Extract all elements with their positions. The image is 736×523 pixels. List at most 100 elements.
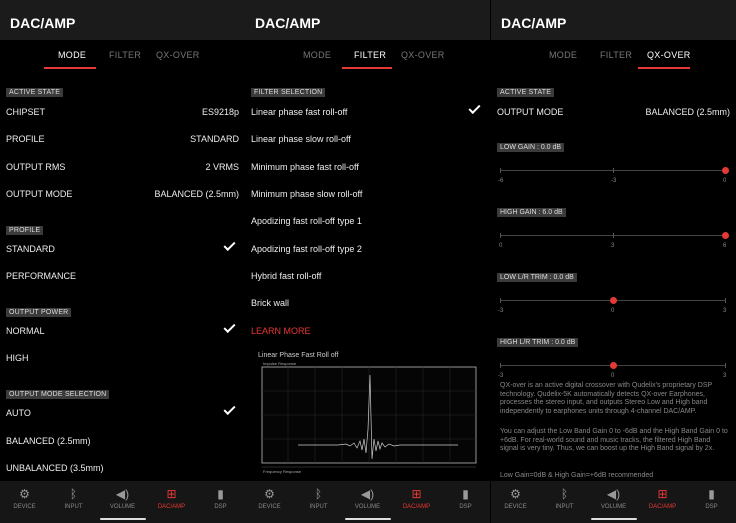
- chart-title: Linear Phase Fast Roll off: [258, 352, 339, 359]
- bars-icon: ▮: [462, 487, 469, 501]
- nav-device[interactable]: ⚙ DEVICE: [491, 487, 540, 510]
- output-mode-value: BALANCED (2.5mm): [645, 107, 730, 117]
- tab-mode[interactable]: MODE: [549, 50, 577, 60]
- high-trim-thumb[interactable]: [609, 362, 617, 369]
- tab-qx-over[interactable]: QX-OVER: [401, 50, 445, 60]
- nav-dsp[interactable]: ▮ DSP: [687, 487, 736, 510]
- high-trim-tick-max: 3: [723, 373, 727, 379]
- tab-underline: [342, 67, 392, 69]
- tab-filter[interactable]: FILTER: [600, 50, 632, 60]
- nav-device[interactable]: ⚙ DEVICE: [0, 487, 49, 510]
- tab-filter[interactable]: FILTER: [109, 50, 141, 60]
- nav-dac-amp[interactable]: ⊞ DAC/AMP: [638, 487, 687, 510]
- output-rms-row: OUTPUT RMS 2 VRMS: [6, 162, 239, 172]
- bluetooth-icon: ᛒ: [69, 487, 78, 501]
- nav-dsp[interactable]: ▮ DSP: [196, 487, 245, 510]
- app-title: DAC/AMP: [0, 0, 245, 40]
- bluetooth-icon: ᛒ: [560, 487, 569, 501]
- home-indicator[interactable]: [591, 518, 637, 520]
- nav-input[interactable]: ᛒ INPUT: [540, 487, 589, 510]
- low-gain-tick-max: 0: [723, 178, 727, 184]
- high-gain-tick-max: 6: [723, 243, 727, 249]
- tab-qx-over[interactable]: QX-OVER: [647, 50, 691, 60]
- profile-row: PROFILE STANDARD: [6, 134, 239, 144]
- low-trim-label: LOW L/R TRIM : 0.0 dB: [497, 273, 577, 282]
- mode-panel: DAC/AMP MODE FILTER QX-OVER ACTIVE STATE…: [0, 0, 245, 523]
- nav-device[interactable]: ⚙ DEVICE: [245, 487, 294, 510]
- output-mode-label: OUTPUT MODE: [6, 189, 73, 199]
- high-gain-thumb[interactable]: [722, 232, 729, 239]
- low-trim-tick-mid: 0: [611, 308, 615, 314]
- outmode-option-unbalanced[interactable]: UNBALANCED (3.5mm): [6, 463, 239, 473]
- bars-icon: ▮: [708, 487, 715, 501]
- nav-volume[interactable]: ◀) VOLUME: [98, 487, 147, 510]
- power-option-normal[interactable]: NORMAL: [6, 326, 239, 336]
- filter-option[interactable]: Brick wall: [251, 298, 484, 308]
- home-indicator[interactable]: [100, 518, 146, 520]
- low-gain-slider[interactable]: [500, 167, 729, 174]
- high-trim-tick-min: -3: [498, 373, 504, 379]
- speaker-icon: ◀): [360, 487, 375, 501]
- option-label: BALANCED (2.5mm): [6, 436, 91, 446]
- filter-response-chart: Linear Phase Fast Roll off Impulse Respo…: [258, 352, 480, 480]
- output-mode-value: BALANCED (2.5mm): [154, 189, 239, 199]
- outmode-option-balanced[interactable]: BALANCED (2.5mm): [6, 436, 239, 446]
- chip-icon: ⊞: [411, 487, 422, 501]
- nav-volume[interactable]: ◀) VOLUME: [343, 487, 392, 510]
- filter-option[interactable]: Linear phase slow roll-off: [251, 134, 484, 144]
- profile-option-standard[interactable]: STANDARD: [6, 244, 239, 254]
- chipset-label: CHIPSET: [6, 107, 46, 117]
- tab-filter[interactable]: FILTER: [354, 50, 386, 60]
- response-graph: Impulse Response Frequency Response: [261, 361, 477, 474]
- profile-option-performance[interactable]: PERFORMANCE: [6, 271, 239, 281]
- tab-bar: MODE FILTER QX-OVER: [491, 40, 736, 70]
- high-gain-tick-min: 0: [499, 243, 503, 249]
- filter-option[interactable]: Hybrid fast roll-off: [251, 271, 484, 281]
- low-gain-thumb[interactable]: [722, 167, 729, 174]
- filter-panel: DAC/AMP MODE FILTER QX-OVER FILTER SELEC…: [245, 0, 490, 523]
- low-gain-tick-min: -6: [498, 178, 504, 184]
- gear-icon: ⚙: [264, 487, 275, 501]
- tab-qx-over[interactable]: QX-OVER: [156, 50, 200, 60]
- bottom-nav: ⚙ DEVICE ᛒ INPUT ◀) VOLUME ⊞ DAC/AMP ▮ DSP: [491, 481, 736, 523]
- power-option-high[interactable]: HIGH: [6, 353, 239, 363]
- filter-option[interactable]: Minimum phase fast roll-off: [251, 162, 484, 172]
- option-label: PERFORMANCE: [6, 271, 77, 281]
- learn-more-link[interactable]: LEARN MORE: [251, 326, 484, 336]
- low-trim-slider[interactable]: [500, 297, 726, 304]
- nav-input[interactable]: ᛒ INPUT: [294, 487, 343, 510]
- profile-label: PROFILE: [6, 134, 45, 144]
- qx-description-2: You can adjust the Low Band Gain 0 to -6…: [500, 428, 728, 452]
- chipset-row: CHIPSET ES9218p: [6, 107, 239, 117]
- option-label: HIGH: [6, 353, 29, 363]
- option-label: STANDARD: [6, 244, 55, 254]
- speaker-icon: ◀): [606, 487, 621, 501]
- high-gain-slider[interactable]: [500, 232, 729, 239]
- nav-volume[interactable]: ◀) VOLUME: [589, 487, 638, 510]
- tab-mode[interactable]: MODE: [58, 50, 86, 60]
- home-indicator[interactable]: [345, 518, 391, 520]
- chipset-value: ES9218p: [201, 107, 239, 117]
- active-state-header: ACTIVE STATE: [497, 88, 555, 97]
- profile-value: STANDARD: [190, 134, 239, 144]
- filter-option[interactable]: Apodizing fast roll-off type 2: [251, 244, 484, 254]
- filter-option[interactable]: Linear phase fast roll-off: [251, 107, 484, 117]
- filter-option[interactable]: Minimum phase slow roll-off: [251, 189, 484, 199]
- nav-dac-amp[interactable]: ⊞ DAC/AMP: [147, 487, 196, 510]
- output-mode-row: OUTPUT MODE BALANCED (2.5mm): [6, 189, 239, 199]
- high-trim-slider[interactable]: [500, 362, 726, 369]
- tab-mode[interactable]: MODE: [303, 50, 331, 60]
- filter-option[interactable]: Apodizing fast roll-off type 1: [251, 216, 484, 226]
- low-trim-thumb[interactable]: [609, 297, 617, 304]
- nav-dsp[interactable]: ▮ DSP: [441, 487, 490, 510]
- option-label: AUTO: [6, 408, 31, 418]
- filter-selection-header: FILTER SELECTION: [251, 88, 326, 97]
- high-trim-tick-mid: 0: [611, 373, 615, 379]
- nav-input[interactable]: ᛒ INPUT: [49, 487, 98, 510]
- chip-icon: ⊞: [166, 487, 177, 501]
- outmode-option-auto[interactable]: AUTO: [6, 408, 239, 418]
- output-mode-label: OUTPUT MODE: [497, 107, 564, 117]
- qx-description-3: Low Gain=0dB & High Gain=+6dB recommende…: [500, 472, 654, 479]
- nav-dac-amp[interactable]: ⊞ DAC/AMP: [392, 487, 441, 510]
- qx-over-panel: DAC/AMP MODE FILTER QX-OVER ACTIVE STATE…: [491, 0, 736, 523]
